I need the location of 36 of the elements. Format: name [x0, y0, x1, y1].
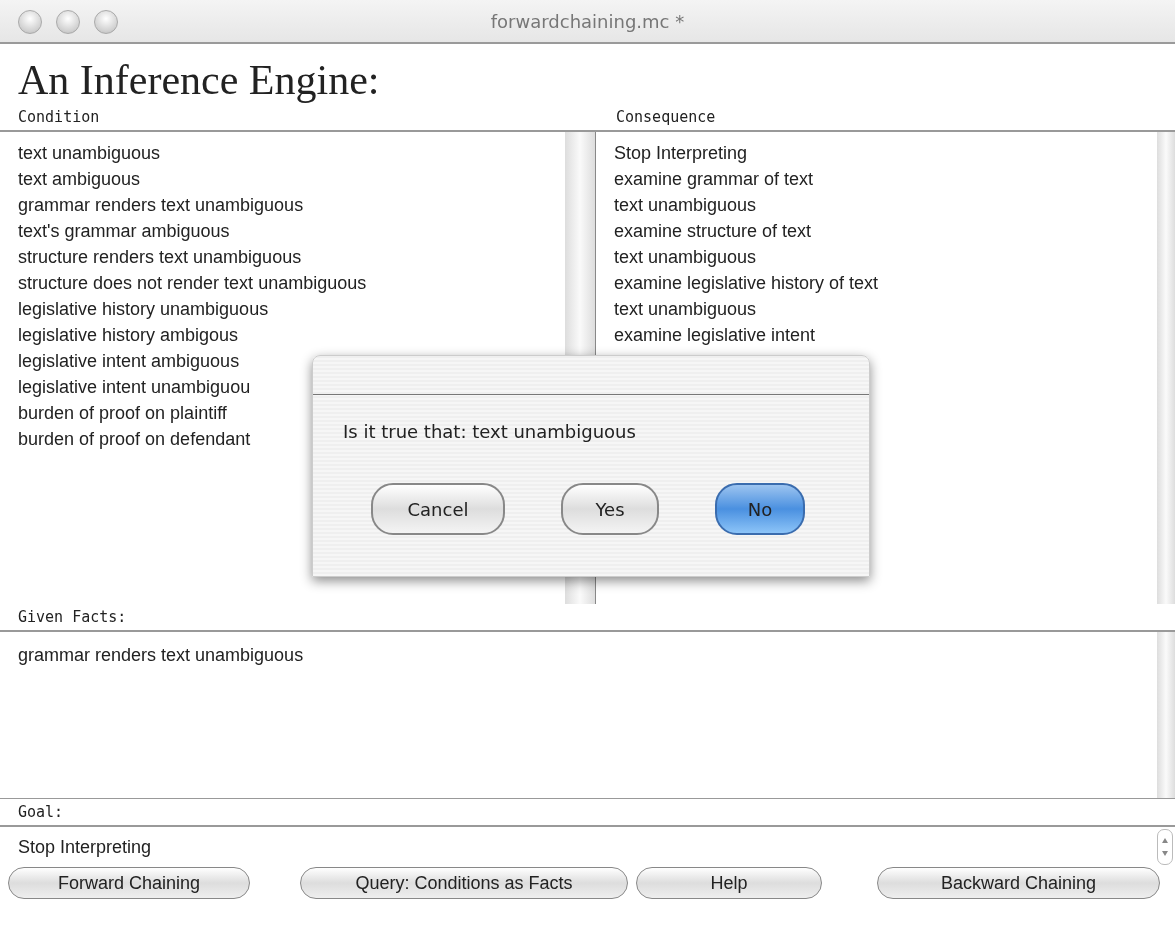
list-item[interactable]: text's grammar ambiguous [18, 218, 565, 244]
list-item[interactable]: grammar renders text unambiguous [18, 192, 565, 218]
list-item[interactable]: structure renders text unambiguous [18, 244, 565, 270]
list-item[interactable]: structure does not render text unambiguous [18, 270, 565, 296]
column-label: Consequence [615, 108, 716, 128]
list-item[interactable]: text unambiguous [614, 192, 1157, 218]
list-item[interactable]: text ambiguous [18, 166, 565, 192]
window-title: forwardchaining.mc * [490, 10, 685, 32]
list-item[interactable]: examine legislative history of text [614, 270, 1157, 296]
stepper-icon[interactable] [1157, 829, 1173, 865]
list-item[interactable]: examine legislative intent [614, 322, 1157, 348]
action-button[interactable]: Backward Chaining [877, 867, 1160, 899]
window-control-icon[interactable] [94, 10, 118, 34]
section-label: Goal: [17, 803, 64, 823]
dialog-button[interactable]: Yes [561, 483, 659, 535]
list-item[interactable]: text unambiguous [18, 140, 565, 166]
window-control-icon[interactable] [18, 10, 42, 34]
list-item[interactable]: text unambiguous [614, 244, 1157, 270]
list-item[interactable]: legislative history unambiguous [18, 296, 565, 322]
column-label: Condition [17, 108, 101, 128]
list-item[interactable]: legislative history ambigous [18, 322, 565, 348]
page-heading: An Inference Engine: [17, 56, 381, 104]
list-item[interactable]: Stop Interpreting [614, 140, 1157, 166]
action-button[interactable]: Forward Chaining [8, 867, 250, 899]
action-button[interactable]: Query: Conditions as Facts [300, 867, 628, 899]
list-item[interactable]: examine structure of text [614, 218, 1157, 244]
dialog-button[interactable]: Cancel [371, 483, 505, 535]
list-item[interactable]: examine grammar of text [614, 166, 1157, 192]
action-button[interactable]: Help [636, 867, 822, 899]
section-label: Given Facts: [17, 608, 127, 628]
window-control-icon[interactable] [56, 10, 80, 34]
dialog-button[interactable]: No [715, 483, 805, 535]
list-item[interactable]: grammar renders text unambiguous [18, 642, 1157, 668]
list-item[interactable]: text unambiguous [614, 296, 1157, 322]
goal-field[interactable]: Stop Interpreting [18, 836, 152, 858]
dialog-message: Is it true that: text unambiguous [342, 420, 637, 444]
